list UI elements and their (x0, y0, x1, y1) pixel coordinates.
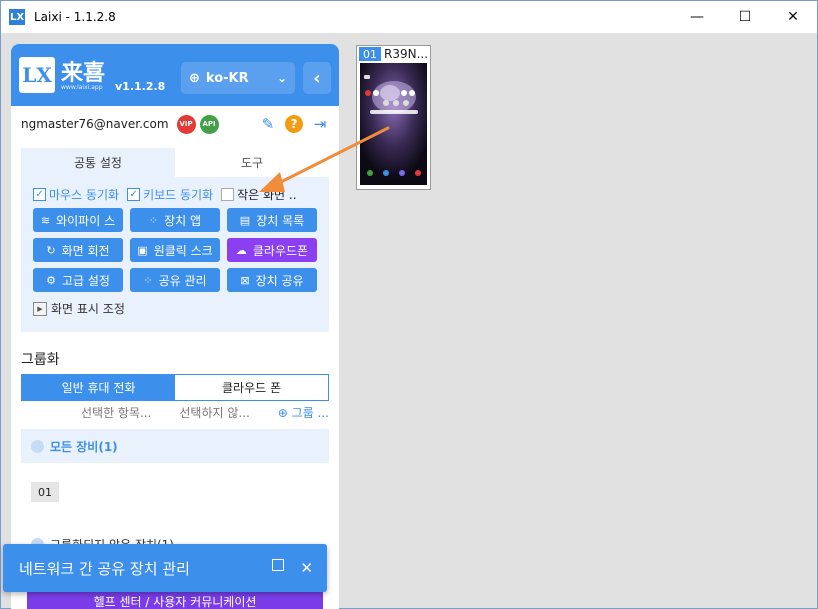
device-type-segment: 일반 휴대 전화 클라우드 폰 (21, 374, 329, 401)
button-label: 공유 관리 (158, 273, 207, 288)
tab-tools[interactable]: 도구 (175, 148, 329, 177)
gear-icon: ⚙ (46, 273, 56, 287)
button-label: 클라우드폰 (252, 243, 309, 258)
panel-header: LX 来喜 www.laixi.app v1.1.2.8 ⊕ ko-KR ⌄ ‹ (11, 44, 339, 106)
all-devices-group[interactable]: 모든 장비(1) (21, 429, 329, 463)
sync-checkboxes: ✓ 마우스 동기화 ✓ 키보드 동기화 작은 화면 .. (33, 186, 329, 202)
collapse-button[interactable]: ‹ (303, 62, 331, 94)
version-label: v1.1.2.8 (115, 80, 166, 93)
settings-box: 공통 설정 도구 ✓ 마우스 동기화 ✓ 키보드 동기화 작은 화면 .. ≋ 와… (21, 148, 329, 332)
share-manage-icon: ⁘ (143, 273, 153, 287)
chevron-down-icon: ⌄ (276, 71, 287, 85)
minimize-button[interactable]: — (673, 1, 721, 33)
wifi-button[interactable]: ≋ 와이파이 스 (33, 208, 123, 232)
share-management-button[interactable]: ⁘ 공유 관리 (130, 268, 220, 292)
device-share-button[interactable]: ⊠ 장치 공유 (227, 268, 317, 292)
toast-maximize-button[interactable] (272, 559, 285, 571)
tab-common-settings[interactable]: 공통 설정 (21, 148, 175, 177)
device-apps-button[interactable]: ⁘ 장치 앱 (130, 208, 220, 232)
logo-url: www.laixi.app (61, 84, 103, 91)
checkbox-checked-icon: ✓ (127, 187, 141, 201)
button-label: 와이파이 스 (56, 213, 116, 228)
help-center-link[interactable]: 헬프 센터 / 사용자 커뮤니케이션 (27, 592, 323, 609)
rotate-screen-button[interactable]: ↻ 화면 회전 (33, 238, 123, 262)
group-select-icon (31, 439, 44, 453)
toast-controls: ✕ (272, 559, 313, 577)
rotate-icon: ↻ (46, 243, 56, 257)
screenshot-icon: ▣ (137, 243, 148, 257)
app-window: LX Laixi - 1.1.2.8 — ☐ ✕ LX 来喜 www.laixi… (0, 0, 818, 609)
close-button[interactable]: ✕ (769, 1, 817, 33)
window-controls: — ☐ ✕ (673, 1, 817, 33)
apps-icon: ⁘ (148, 213, 159, 227)
device-thumbnail[interactable]: 01 R39N... (356, 45, 431, 190)
keyboard-sync-checkbox[interactable]: ✓ 키보드 동기화 (127, 186, 213, 203)
device-number-badge: 01 (359, 47, 381, 61)
select-chosen-link[interactable]: 선택한 항목... (81, 404, 151, 421)
button-label: 장치 목록 (256, 213, 305, 228)
select-unchosen-link[interactable]: 선택하지 않... (179, 404, 249, 421)
device-list-button[interactable]: ▤ 장치 목록 (227, 208, 317, 232)
app-logo-icon: LX (9, 9, 25, 25)
cloud-icon: ☁ (235, 243, 247, 257)
button-label: 원클릭 스크 (153, 243, 213, 258)
cloud-phone-button[interactable]: ☁ 클라우드폰 (227, 238, 317, 262)
logout-icon[interactable]: ⇥ (311, 115, 329, 133)
add-group-link[interactable]: ⊕ 그룹 ... (278, 404, 329, 421)
network-share-toast[interactable]: 네트워크 간 공유 장치 관리 ✕ (3, 544, 327, 592)
one-click-screenshot-button[interactable]: ▣ 원클릭 스크 (130, 238, 220, 262)
device-name: R39N... (384, 47, 429, 61)
globe-icon: ⊕ (189, 70, 200, 86)
group-actions: 선택한 항목... 선택하지 않... ⊕ 그룹 ... (81, 404, 329, 421)
small-screen-checkbox[interactable]: 작은 화면 .. (221, 186, 297, 203)
display-adjust-label: 화면 표시 조정 (51, 302, 125, 316)
device-chip[interactable]: 01 (31, 482, 59, 502)
window-title: Laixi - 1.1.2.8 (34, 10, 116, 24)
document-edit-icon[interactable]: ✎ (259, 115, 277, 133)
display-adjust-toggle[interactable]: ▶ 화면 표시 조정 (33, 300, 125, 317)
grouping-title: 그룹화 (21, 352, 60, 368)
maximize-button[interactable]: ☐ (721, 1, 769, 33)
button-label: 장치 공유 (255, 273, 304, 288)
user-actions: ✎ ? ⇥ (259, 115, 329, 133)
language-select[interactable]: ⊕ ko-KR ⌄ (181, 62, 295, 94)
checkbox-label: 작은 화면 .. (237, 187, 297, 202)
title-bar[interactable]: LX Laixi - 1.1.2.8 — ☐ ✕ (1, 1, 817, 33)
checkbox-label: 키보드 동기화 (143, 187, 214, 202)
button-label: 고급 설정 (61, 273, 110, 288)
settings-button-grid: ≋ 와이파이 스 ⁘ 장치 앱 ▤ 장치 목록 ↻ 화면 회전 ▣ 원클릭 스크 ☁ 클라우… (33, 208, 317, 292)
device-screen[interactable] (360, 63, 427, 185)
user-row: ngmaster76@naver.com VIP API ✎ ? ⇥ (21, 114, 329, 134)
list-icon: ▤ (239, 213, 251, 227)
mouse-sync-checkbox[interactable]: ✓ 마우스 동기화 (33, 186, 119, 203)
tab-regular-phones[interactable]: 일반 휴대 전화 (22, 375, 175, 400)
all-devices-label: 모든 장비(1) (50, 439, 118, 454)
checkbox-checked-icon: ✓ (33, 187, 46, 201)
user-email: ngmaster76@naver.com (21, 117, 169, 131)
control-panel: LX 来喜 www.laixi.app v1.1.2.8 ⊕ ko-KR ⌄ ‹… (11, 44, 339, 609)
settings-tabs: 공통 설정 도구 (21, 148, 329, 177)
toast-close-button[interactable]: ✕ (300, 559, 313, 577)
wifi-icon: ≋ (40, 213, 51, 227)
logo-text: 来喜 (61, 61, 106, 86)
language-value: ko-KR (205, 70, 249, 86)
phone-wallpaper (360, 63, 427, 185)
help-icon[interactable]: ? (285, 115, 303, 133)
checkbox-label: 마우스 동기화 (49, 187, 120, 202)
device-share-icon: ⊠ (240, 273, 250, 287)
advanced-settings-button[interactable]: ⚙ 고급 설정 (33, 268, 123, 292)
laixi-logo-icon: LX (19, 57, 55, 93)
play-icon: ▶ (33, 301, 47, 316)
tab-cloud-phones[interactable]: 클라우드 폰 (175, 375, 328, 400)
vip-badge[interactable]: VIP (176, 114, 196, 134)
device-label: 01 R39N... (357, 46, 430, 62)
toast-message: 네트워크 간 공유 장치 관리 (19, 559, 190, 578)
button-label: 화면 회전 (61, 243, 110, 258)
button-label: 장치 앱 (164, 213, 202, 228)
checkbox-unchecked-icon (221, 187, 235, 201)
api-badge[interactable]: API (199, 114, 219, 134)
